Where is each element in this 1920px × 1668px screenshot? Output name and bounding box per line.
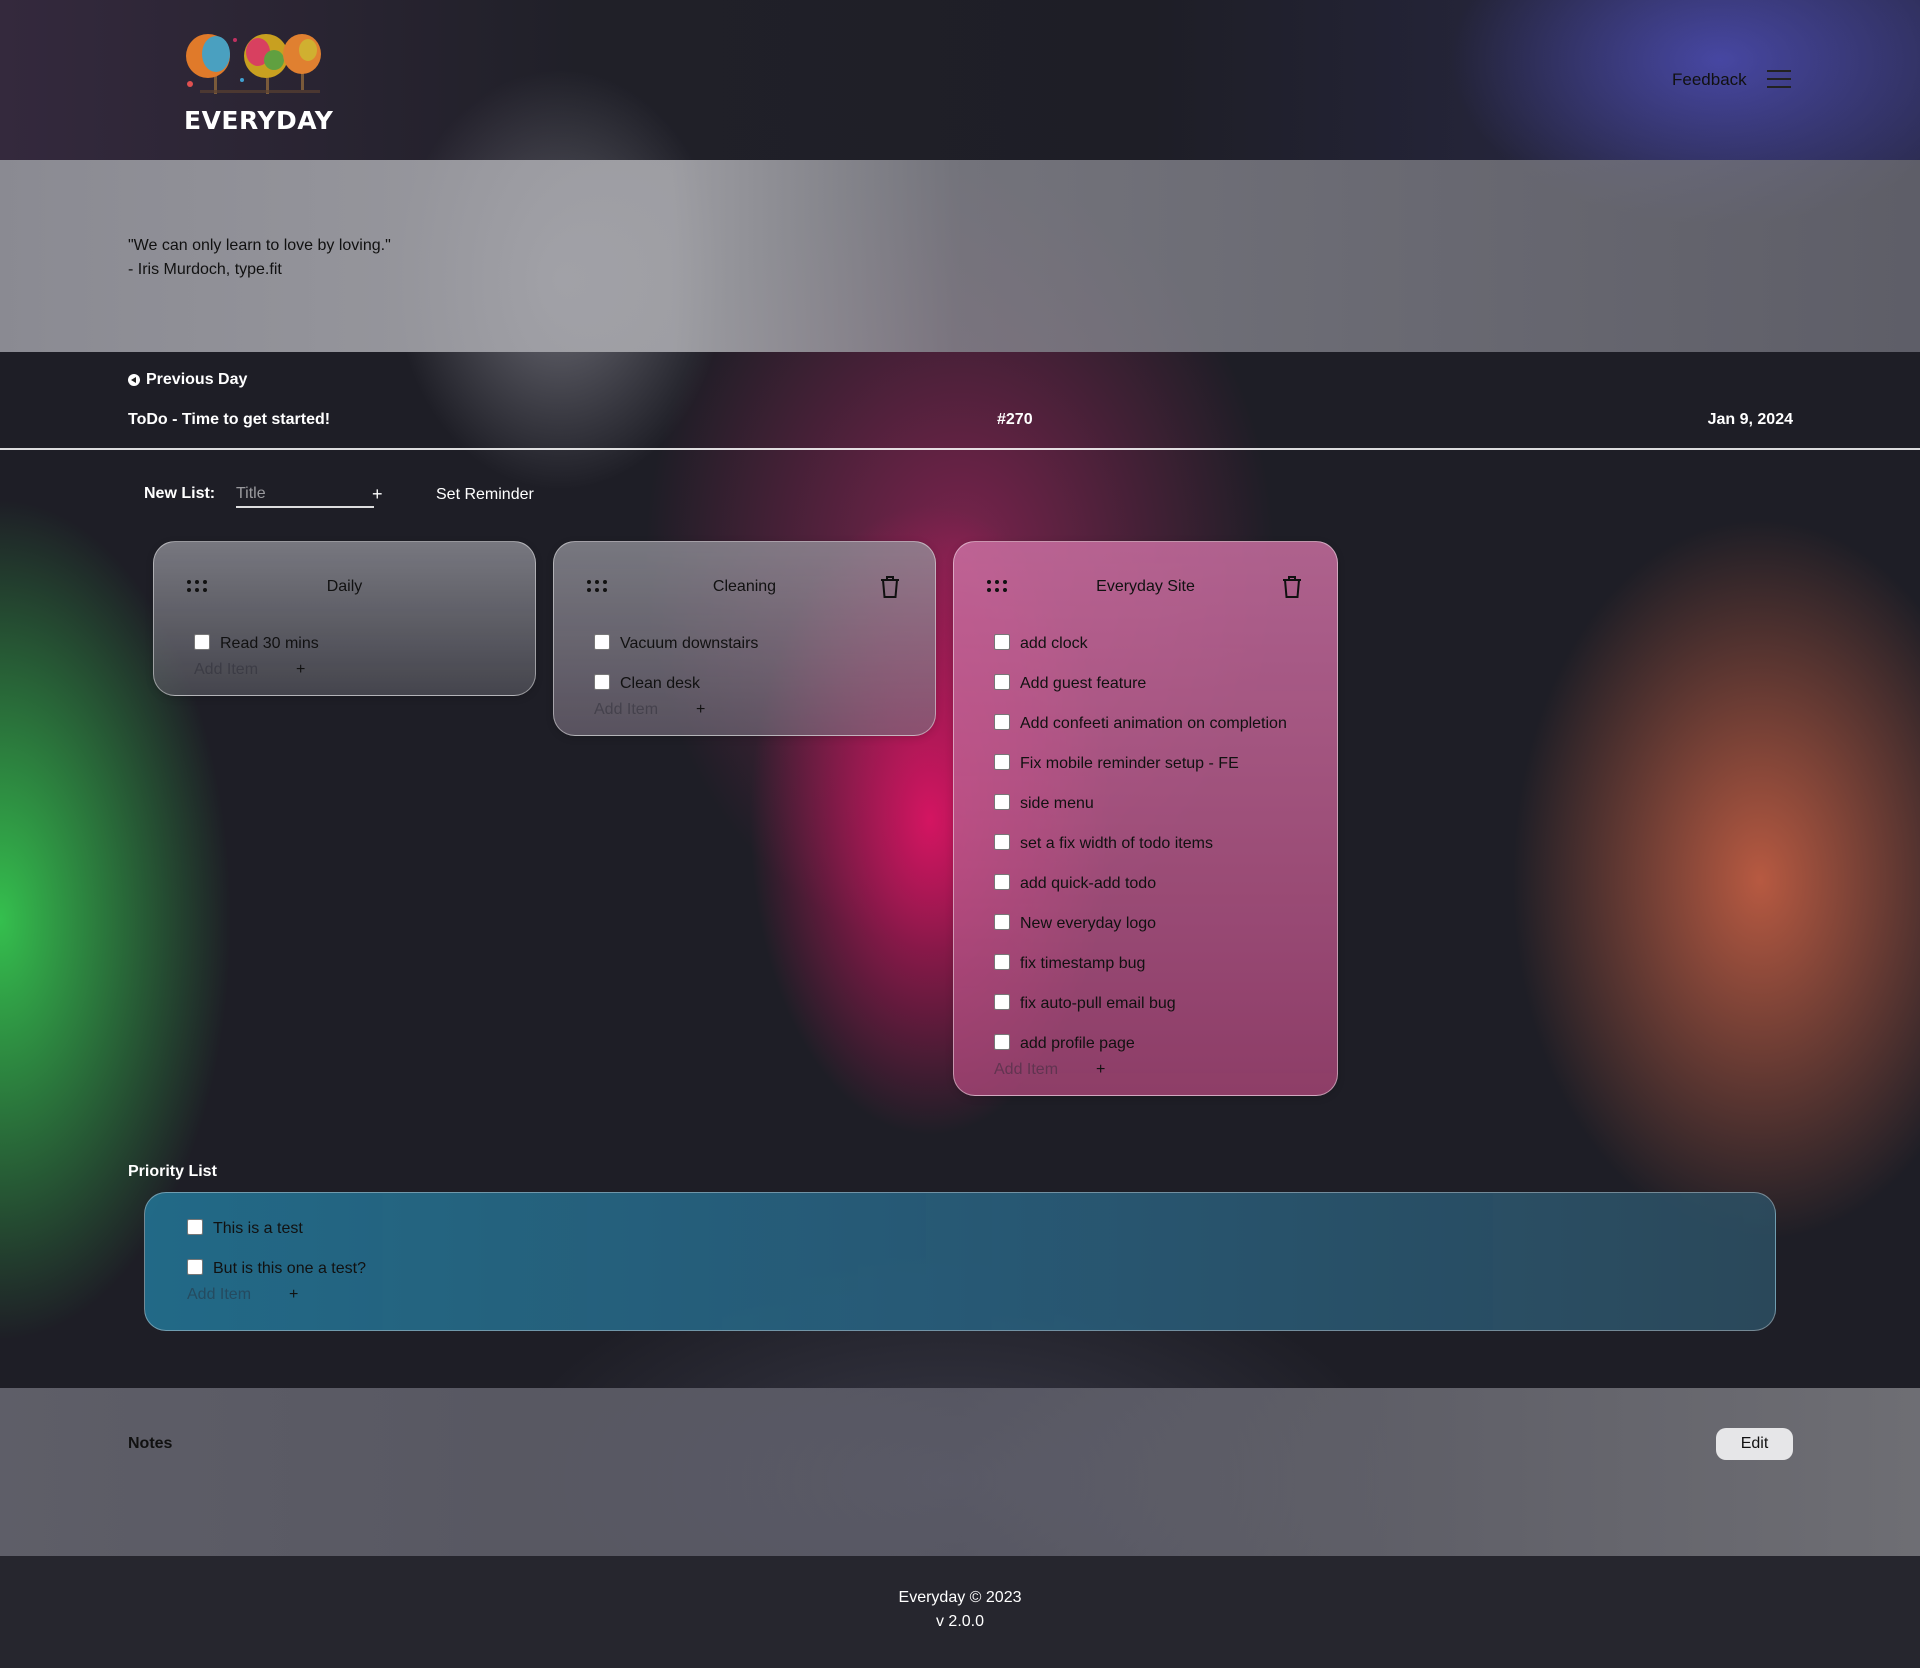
add-item-input[interactable] [594, 701, 689, 719]
list-card-everyday-site: Everyday Site add clock Add guest featur… [953, 541, 1338, 1096]
footer [0, 1556, 1920, 1668]
add-item-row: + [994, 1058, 1287, 1082]
list-item: This is a test [187, 1209, 366, 1249]
item-checkbox[interactable] [994, 674, 1010, 690]
item-checkbox[interactable] [187, 1259, 203, 1275]
item-checkbox[interactable] [994, 634, 1010, 650]
notes-section [0, 1388, 1920, 1556]
add-item-input[interactable] [994, 1061, 1089, 1079]
item-checkbox[interactable] [187, 1219, 203, 1235]
list-title: Daily [326, 578, 363, 595]
list-item: fix timestamp bug [994, 944, 1287, 984]
item-label: fix timestamp bug [1020, 955, 1146, 972]
item-checkbox[interactable] [994, 874, 1010, 890]
list-item: side menu [994, 784, 1287, 824]
trash-icon[interactable] [879, 575, 901, 599]
item-label: add profile page [1020, 1035, 1135, 1052]
item-label: Add guest feature [1020, 675, 1147, 692]
item-label: Read 30 mins [220, 635, 319, 652]
arrow-left-circle-icon [128, 374, 140, 386]
item-label: Fix mobile reminder setup - FE [1020, 755, 1239, 772]
list-card-daily: Daily Read 30 mins + [153, 541, 536, 696]
item-label: side menu [1020, 795, 1094, 812]
priority-list-label: Priority List [128, 1163, 217, 1180]
add-item-row: + [187, 1283, 366, 1307]
item-label: fix auto-pull email bug [1020, 995, 1176, 1012]
item-checkbox[interactable] [994, 754, 1010, 770]
add-item-input[interactable] [187, 1286, 282, 1304]
add-item-button[interactable]: + [696, 701, 705, 719]
list-item: New everyday logo [994, 904, 1287, 944]
item-checkbox[interactable] [994, 994, 1010, 1010]
day-number: #270 [997, 411, 1033, 428]
list-item: add clock [994, 624, 1287, 664]
list-card-cleaning: Cleaning Vacuum downstairs Clean desk + [553, 541, 936, 736]
item-label: Add confeeti animation on completion [1020, 715, 1287, 732]
footer-copyright: Everyday © 2023 [898, 1589, 1022, 1606]
todo-heading: ToDo - Time to get started! [128, 411, 331, 428]
item-label: But is this one a test? [213, 1260, 366, 1277]
logo[interactable]: EVERYDAY [180, 30, 334, 140]
new-list-title-input[interactable] [236, 482, 374, 508]
item-checkbox[interactable] [994, 954, 1010, 970]
priority-list-card: This is a test But is this one a test? + [144, 1192, 1776, 1331]
footer-version: v 2.0.0 [935, 1613, 985, 1630]
add-item-button[interactable]: + [1096, 1061, 1105, 1079]
quote-text: "We can only learn to love by loving." [128, 237, 391, 254]
item-label: Clean desk [620, 675, 701, 692]
list-item: Vacuum downstairs [594, 624, 758, 664]
item-label: Vacuum downstairs [620, 635, 759, 652]
previous-day-label: Previous Day [146, 371, 248, 388]
item-checkbox[interactable] [194, 634, 210, 650]
list-item: Add confeeti animation on completion [994, 704, 1287, 744]
date: Jan 9, 2024 [1707, 411, 1793, 428]
quote: "We can only learn to love by loving." -… [128, 234, 391, 282]
trash-icon[interactable] [1281, 575, 1303, 599]
item-checkbox[interactable] [994, 1034, 1010, 1050]
item-label: This is a test [213, 1220, 303, 1237]
item-checkbox[interactable] [994, 834, 1010, 850]
item-checkbox[interactable] [994, 714, 1010, 730]
item-label: add quick-add todo [1020, 875, 1157, 892]
item-label: New everyday logo [1020, 915, 1157, 932]
trees-logo-icon [186, 34, 321, 94]
previous-day-button[interactable]: Previous Day [128, 371, 247, 389]
new-list-label: New List: [144, 485, 216, 502]
logo-text: EVERYDAY [184, 106, 334, 135]
add-item-row: + [594, 698, 758, 722]
add-list-button[interactable]: + [372, 484, 383, 505]
set-reminder-button[interactable]: Set Reminder [436, 486, 534, 504]
edit-notes-button[interactable]: Edit [1716, 1428, 1793, 1460]
list-title: Everyday Site [1096, 578, 1195, 595]
item-label: add clock [1020, 635, 1088, 652]
list-item: fix auto-pull email bug [994, 984, 1287, 1024]
quote-author: - Iris Murdoch, type.fit [128, 261, 282, 278]
feedback-link[interactable]: Feedback [1672, 70, 1747, 90]
notes-label: Notes [128, 1435, 173, 1452]
add-item-button[interactable]: + [296, 661, 305, 679]
divider [0, 448, 1920, 450]
list-item: Fix mobile reminder setup - FE [994, 744, 1287, 784]
item-label: set a fix width of todo items [1020, 835, 1213, 852]
add-item-button[interactable]: + [289, 1286, 298, 1304]
item-checkbox[interactable] [994, 794, 1010, 810]
list-item: set a fix width of todo items [994, 824, 1287, 864]
item-checkbox[interactable] [594, 634, 610, 650]
add-item-row: + [194, 658, 319, 682]
list-title: Cleaning [712, 578, 777, 595]
hamburger-menu-icon[interactable] [1767, 70, 1791, 89]
list-item: add quick-add todo [994, 864, 1287, 904]
list-item: Add guest feature [994, 664, 1287, 704]
item-checkbox[interactable] [594, 674, 610, 690]
item-checkbox[interactable] [994, 914, 1010, 930]
add-item-input[interactable] [194, 661, 289, 679]
